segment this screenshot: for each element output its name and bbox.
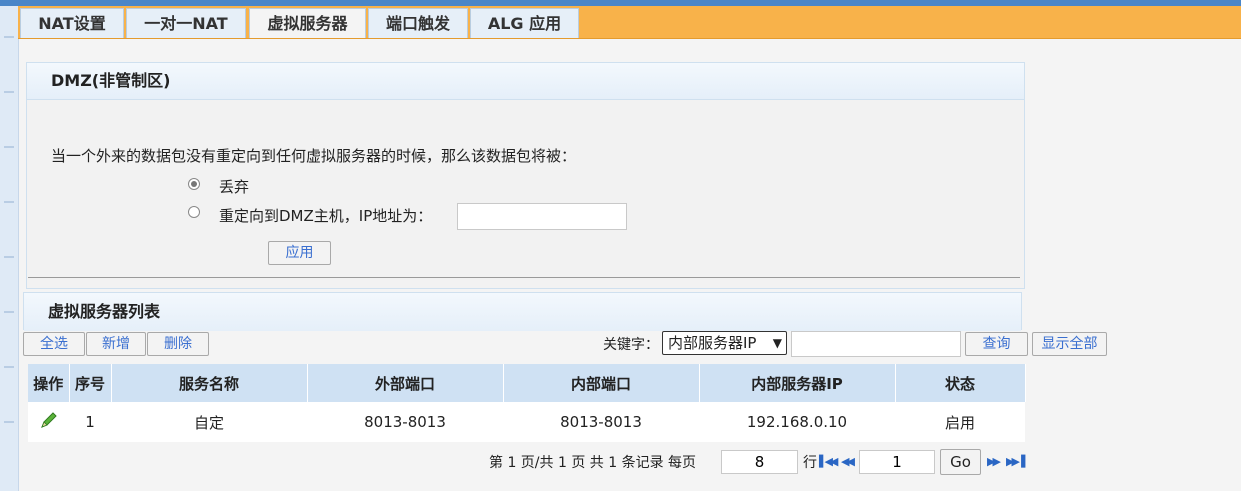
dmz-panel: DMZ(非管制区) (26, 62, 1025, 289)
last-page-icon[interactable]: ▶▶▐ (1006, 455, 1025, 468)
column-header: 序号 (69, 364, 112, 402)
vs-list-title: 虚拟服务器列表 (24, 293, 1021, 331)
delete-button[interactable]: 删除 (147, 332, 209, 356)
next-page-icon[interactable]: ▶▶ (987, 455, 1001, 468)
table-row: 1 自定 8013-8013 8013-8013 192.168.0.10 启用 (28, 402, 1025, 442)
left-sidebar-edge (0, 6, 19, 491)
status: 启用 (895, 402, 1025, 442)
radio-drop-label: 丢弃 (219, 178, 250, 196)
query-button[interactable]: 查询 (965, 332, 1028, 356)
column-header: 操作 (28, 364, 70, 402)
dmz-apply-button[interactable]: 应用 (268, 241, 331, 265)
edit-pencil-icon[interactable] (39, 410, 59, 430)
keyword-label: 关键字： (603, 337, 659, 353)
per-page-input[interactable] (721, 450, 798, 474)
tab-nat-settings[interactable]: NAT设置 (20, 8, 124, 38)
dmz-ip-input[interactable] (457, 203, 627, 230)
keyword-input[interactable] (791, 331, 961, 357)
service-name: 自定 (111, 402, 307, 442)
radio-drop[interactable] (188, 178, 200, 190)
column-header: 内部服务器IP (699, 364, 896, 402)
keyword-select[interactable]: 内部服务器IP ▼ (662, 331, 787, 355)
dmz-title: DMZ(非管制区) (27, 63, 1024, 100)
tab-one-to-one-nat[interactable]: 一对一NAT (126, 8, 246, 38)
column-header: 内部端口 (503, 364, 700, 402)
prev-page-icon[interactable]: ◀◀ (841, 455, 855, 468)
virtual-server-table: 操作 序号 服务名称 外部端口 内部端口 内部服务器IP 状态 1 自定 801… (28, 364, 1026, 442)
add-button[interactable]: 新增 (86, 332, 146, 356)
edit-cell (28, 402, 69, 442)
keyword-select-value: 内部服务器IP (668, 334, 757, 352)
pager-summary: 第 1 页/共 1 页 共 1 条记录 每页 (489, 455, 697, 471)
show-all-button[interactable]: 显示全部 (1032, 332, 1107, 356)
rows-label: 行 (803, 455, 817, 471)
tab-bar: NAT设置 一对一NAT 虚拟服务器 端口触发 ALG 应用 (18, 6, 1241, 39)
first-page-icon[interactable]: ▌◀◀ (819, 455, 838, 468)
row-index: 1 (69, 402, 111, 442)
table-header-row: 操作 序号 服务名称 外部端口 内部端口 内部服务器IP 状态 (28, 364, 1026, 402)
go-button[interactable]: Go (940, 449, 981, 475)
radio-redirect-dmz[interactable] (188, 206, 200, 218)
tab-port-trigger[interactable]: 端口触发 (368, 8, 468, 38)
page-input[interactable] (859, 450, 935, 474)
dmz-divider (28, 277, 1020, 278)
column-header: 状态 (895, 364, 1026, 402)
internal-server-ip: 192.168.0.10 (699, 402, 895, 442)
select-all-button[interactable]: 全选 (23, 332, 85, 356)
chevron-down-icon: ▼ (772, 336, 782, 350)
tab-virtual-server[interactable]: 虚拟服务器 (249, 8, 366, 38)
tab-alg[interactable]: ALG 应用 (470, 8, 579, 38)
vs-list-panel: 虚拟服务器列表 (23, 292, 1022, 331)
column-header: 外部端口 (307, 364, 504, 402)
column-header: 服务名称 (111, 364, 308, 402)
internal-port: 8013-8013 (503, 402, 699, 442)
dmz-description: 当一个外来的数据包没有重定向到任何虚拟服务器的时候，那么该数据包将被： (51, 147, 577, 165)
external-port: 8013-8013 (307, 402, 503, 442)
radio-redirect-label: 重定向到DMZ主机，IP地址为： (219, 207, 433, 225)
